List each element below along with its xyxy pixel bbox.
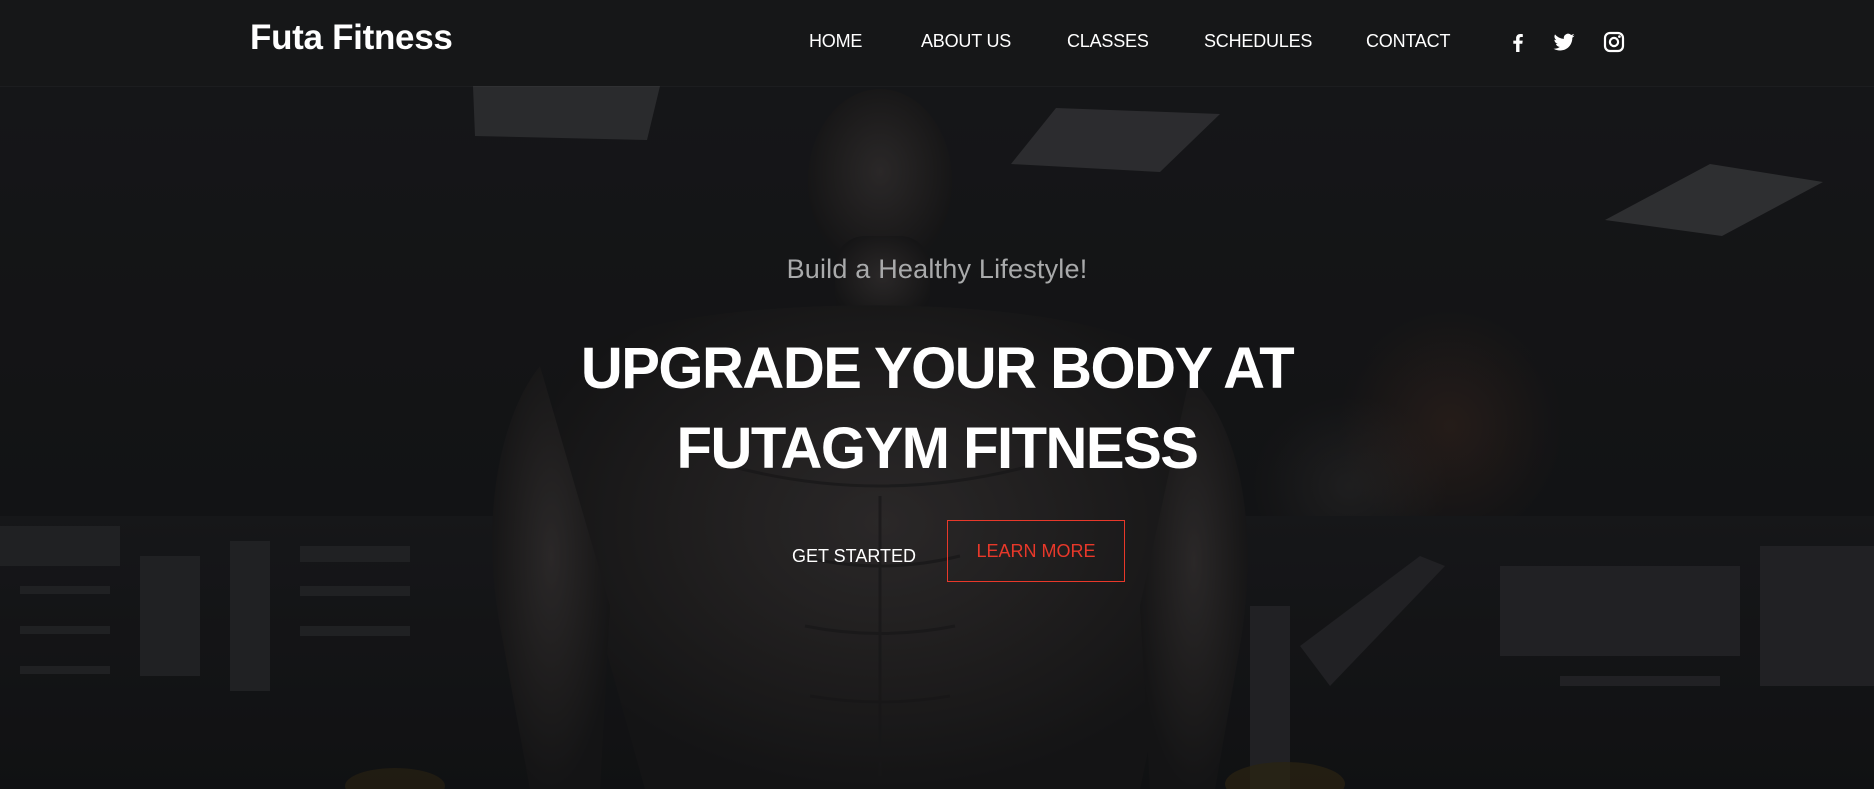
hero-headline-line-2: FUTAGYM FITNESS [676,416,1199,481]
site-navbar: Futa Fitness HOME ABOUT US CLASSES SCHED… [0,0,1874,86]
hero-tagline: Build a Healthy Lifestyle! [786,254,1088,284]
twitter-icon[interactable] [1552,30,1576,54]
get-started-button[interactable]: GET STARTED [792,541,916,571]
hero-headline-line-1: UPGRADE YOUR BODY AT [580,336,1295,401]
nav-link-classes[interactable]: CLASSES [1067,31,1149,52]
learn-more-button[interactable]: LEARN MORE [947,520,1125,582]
hero-headline: UPGRADE YOUR BODY AT FUTAGYM FITNESS [0,329,1874,489]
hero-section: Build a Healthy Lifestyle! UPGRADE YOUR … [0,86,1874,789]
nav-link-home[interactable]: HOME [809,31,862,52]
nav-link-contact[interactable]: CONTACT [1366,31,1450,52]
nav-link-about-us[interactable]: ABOUT US [921,31,1011,52]
main-nav: HOME ABOUT US CLASSES SCHEDULES CONTACT [0,31,1874,55]
instagram-icon[interactable] [1602,30,1626,54]
facebook-icon[interactable] [1506,30,1530,54]
nav-link-schedules[interactable]: SCHEDULES [1204,31,1312,52]
